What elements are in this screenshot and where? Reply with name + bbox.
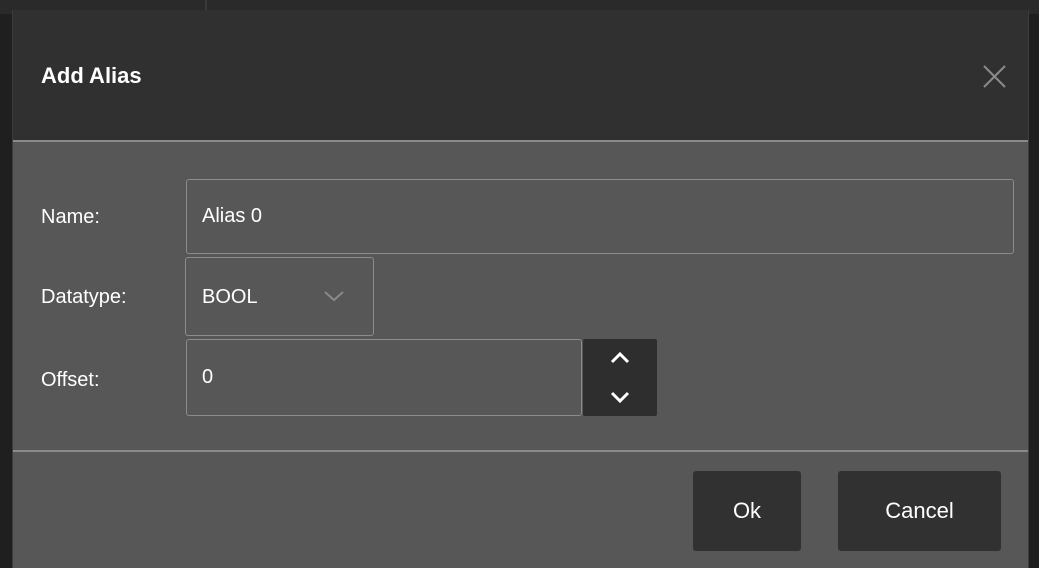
datatype-select[interactable]: BOOL [185, 257, 374, 336]
chevron-down-icon [610, 391, 630, 404]
close-icon [983, 65, 1006, 88]
name-label: Name: [41, 206, 100, 228]
dialog-header: Add Alias [13, 10, 1028, 142]
chevron-up-icon [610, 351, 630, 364]
dialog-title: Add Alias [41, 63, 142, 88]
chevron-down-icon [324, 291, 344, 302]
increment-button[interactable] [583, 339, 657, 377]
datatype-label: Datatype: [41, 286, 127, 308]
ok-button[interactable]: Ok [693, 471, 801, 551]
name-input[interactable] [186, 179, 1014, 254]
offset-input[interactable] [186, 339, 582, 416]
add-alias-dialog: Add Alias Name: Datatype: BOOL Offset: [12, 10, 1029, 568]
offset-stepper [583, 339, 657, 416]
decrement-button[interactable] [583, 378, 657, 416]
offset-label: Offset: [41, 369, 100, 391]
datatype-value: BOOL [202, 286, 258, 308]
cancel-button[interactable]: Cancel [838, 471, 1001, 551]
close-button[interactable] [974, 58, 1014, 98]
footer-divider [13, 450, 1028, 452]
